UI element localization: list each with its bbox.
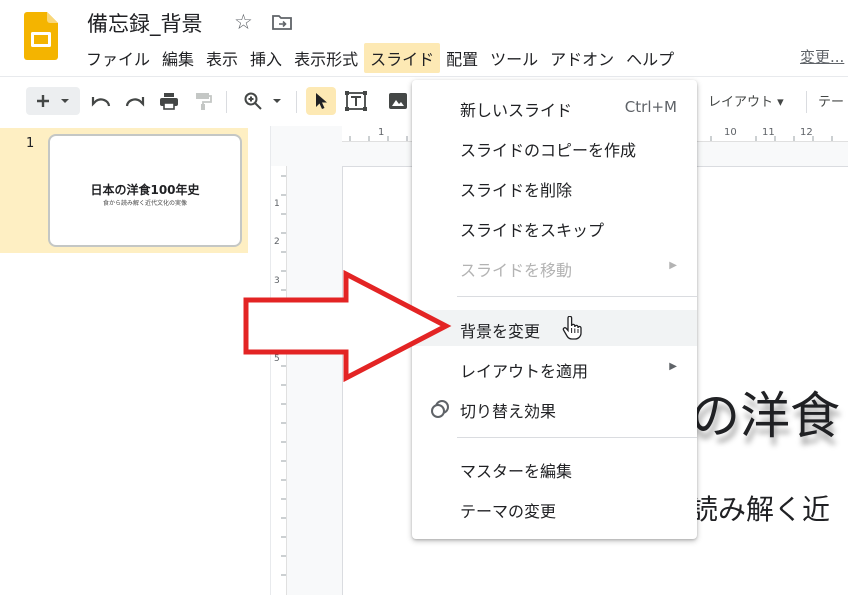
menu-item-change-background[interactable]: 背景を変更 [412,310,697,346]
ruler-number: 2 [274,237,280,247]
menu-item-skip-slide[interactable]: スライドをスキップ [412,209,697,245]
slide-thumbnail[interactable]: 日本の洋食100年史 食から読み解く近代文化の実像 [48,134,242,247]
menu-item-new-slide[interactable]: 新しいスライド Ctrl+M [412,89,697,125]
annotation-arrow-icon [243,270,452,382]
cursor-arrow-icon [316,93,327,109]
menu-item-label: スライドを削除 [460,181,573,200]
redo-icon [125,97,145,107]
undo-button[interactable] [88,87,114,115]
move-to-folder-icon[interactable] [272,14,292,30]
print-button[interactable] [156,87,182,115]
slide-title-text[interactable]: の洋食 [690,376,840,448]
theme-button[interactable]: テー [818,91,844,110]
menu-item-transition[interactable]: 切り替え効果 [412,390,697,426]
menu-file[interactable]: ファイル [80,43,156,73]
submenu-arrow-icon: ▶ [669,361,677,372]
menu-item-delete-slide[interactable]: スライドを削除 [412,169,697,205]
zoom-button[interactable] [238,87,288,115]
menu-item-change-theme[interactable]: テーマの変更 [412,490,697,526]
header-divider [0,76,848,77]
chevron-down-icon [273,99,281,103]
ruler-number: 10 [724,127,737,138]
select-tool-button[interactable] [306,87,336,115]
ruler-number: 11 [762,127,775,138]
text-box-button[interactable] [342,87,370,115]
thumbnail-subtitle: 食から読み解く近代文化の実像 [102,200,187,207]
menu-arrange[interactable]: 配置 [440,43,484,73]
star-icon[interactable]: ☆ [234,10,253,34]
ruler-number: 1 [274,199,280,209]
layout-label: レイアウト [708,95,774,110]
layout-dropdown[interactable]: レイアウト ▾ [708,91,784,110]
menu-help[interactable]: ヘルプ [620,43,680,73]
menu-slide[interactable]: スライド [364,43,441,73]
undo-icon [91,97,111,107]
redo-button[interactable] [122,87,148,115]
menu-item-label: レイアウトを適用 [460,362,589,381]
submenu-arrow-icon: ▶ [669,260,677,271]
plus-icon [37,95,49,107]
thumbnail-title: 日本の洋食100年史 [90,183,200,197]
ruler-number: 12 [800,127,813,138]
menu-item-label: スライドのコピーを作成 [460,141,637,160]
ruler-number: 1 [378,127,385,138]
menu-edit[interactable]: 編集 [156,43,200,73]
menu-item-label: 背景を変更 [460,322,541,341]
paint-format-button[interactable] [190,87,216,115]
menu-item-label: 新しいスライド [460,101,573,120]
slide-menu-dropdown: 新しいスライド Ctrl+M スライドのコピーを作成 スライドを削除 スライドを… [412,80,697,539]
menu-item-duplicate-slide[interactable]: スライドのコピーを作成 [412,129,697,165]
toolbar-separator [296,91,297,113]
toolbar-separator [806,91,807,113]
text-box-icon [345,91,367,111]
menu-item-shortcut: Ctrl+M [624,98,677,116]
chevron-down-icon [61,99,69,103]
new-slide-button[interactable] [26,87,80,115]
document-title[interactable]: 備忘録_背景 [87,8,203,38]
slide-subtitle-text[interactable]: 読み解く近 [690,488,830,528]
menu-separator [457,296,697,297]
print-icon [160,93,178,110]
menu-item-label: スライドをスキップ [460,221,605,240]
slide-number: 1 [26,136,35,151]
menu-insert[interactable]: 挿入 [244,43,288,73]
menu-bar: ファイル 編集 表示 挿入 表示形式 スライド 配置 ツール アドオン ヘルプ [80,43,680,73]
menu-separator [457,437,697,438]
last-edit-link[interactable]: 変更... [800,46,844,67]
google-slides-logo-icon[interactable] [24,12,58,60]
menu-item-label: スライドを移動 [460,261,573,280]
image-icon [389,93,407,109]
menu-tools[interactable]: ツール [484,43,544,73]
menu-item-edit-master[interactable]: マスターを編集 [412,450,697,486]
zoom-icon [244,92,262,110]
menu-addons[interactable]: アドオン [544,43,620,73]
transition-icon [431,400,449,418]
menu-item-label: 切り替え効果 [460,402,557,421]
menu-item-move-slide: スライドを移動 ▶ [412,249,697,285]
menu-item-apply-layout[interactable]: レイアウトを適用 ▶ [412,350,697,386]
toolbar-separator [226,91,227,113]
paint-format-icon [196,93,212,110]
menu-format[interactable]: 表示形式 [288,43,364,73]
hand-cursor-icon [562,316,582,340]
menu-view[interactable]: 表示 [200,43,244,73]
menu-item-label: マスターを編集 [460,462,573,481]
menu-item-label: テーマの変更 [460,502,557,521]
